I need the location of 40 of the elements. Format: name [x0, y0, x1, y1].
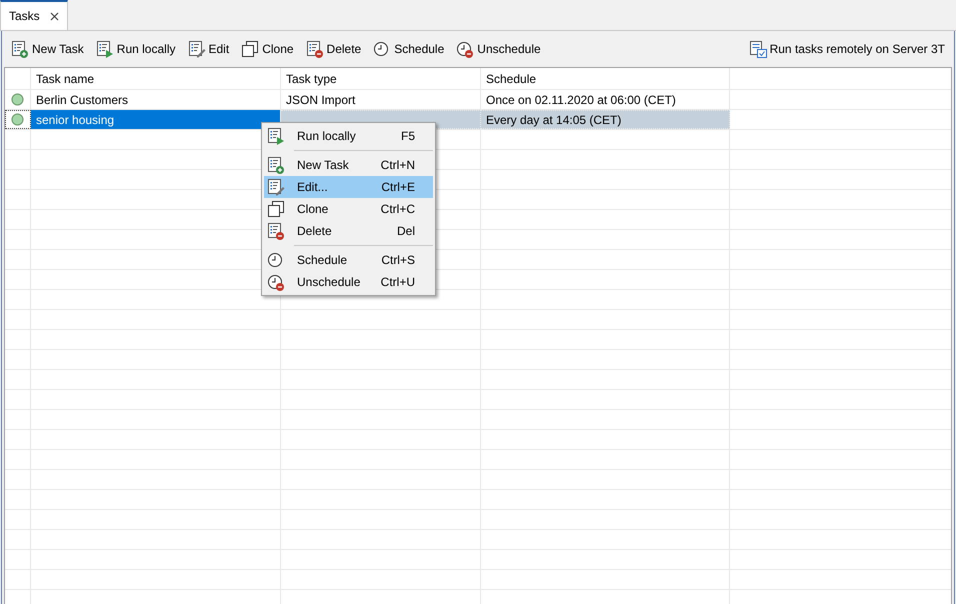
menu-item[interactable]: Clone Ctrl+C: [264, 198, 433, 220]
menu-item[interactable]: Edit... Ctrl+E: [264, 176, 433, 198]
column-header[interactable]: Task type: [281, 68, 481, 89]
server-tasks-icon: [748, 40, 767, 58]
table-cell: senior housing: [31, 110, 281, 129]
table-cell: Every day at 14:05 (CET): [481, 110, 730, 129]
toolbar-button[interactable]: Clone: [240, 37, 295, 61]
status-dot: [11, 113, 24, 126]
new-task-icon: [267, 156, 285, 174]
toolbar-button[interactable]: Delete: [304, 37, 362, 61]
table-cell: JSON Import: [281, 90, 481, 109]
tab[interactable]: Tasks: [0, 0, 68, 30]
menu-item[interactable]: Schedule Ctrl+S: [264, 249, 433, 271]
new-task-icon: [11, 40, 29, 58]
unschedule-icon: [456, 40, 474, 58]
toolbar-button[interactable]: Schedule: [372, 37, 446, 61]
unschedule-icon: [267, 273, 285, 291]
clone-icon: [267, 200, 285, 218]
column-header[interactable]: Task name: [31, 68, 281, 89]
clone-icon: [241, 40, 260, 58]
close-icon[interactable]: [50, 12, 59, 20]
menu-item[interactable]: New Task Ctrl+N: [264, 154, 433, 176]
delete-icon: [306, 40, 324, 58]
toolbar-button[interactable]: Unschedule: [455, 37, 542, 61]
pencil-icon: [188, 40, 206, 58]
table-cell: Once on 02.11.2020 at 06:00 (CET): [481, 90, 730, 109]
table-cell: Berlin Customers: [31, 90, 281, 109]
toolbar-button[interactable]: Edit: [186, 37, 230, 61]
run-icon: [267, 127, 285, 145]
menu-item[interactable]: Delete Del: [264, 220, 433, 242]
pencil-icon: [267, 178, 285, 196]
delete-icon: [267, 222, 285, 240]
toolbar-button[interactable]: Run locally: [94, 37, 176, 61]
status-dot: [11, 93, 24, 106]
column-header[interactable]: Schedule: [481, 68, 730, 89]
toolbar-button[interactable]: Run tasks remotely on Server 3T: [748, 37, 946, 61]
toolbar-button[interactable]: New Task: [10, 37, 85, 61]
run-icon: [96, 40, 114, 58]
clock-icon: [267, 251, 285, 269]
menu-item[interactable]: Unschedule Ctrl+U: [264, 271, 433, 293]
